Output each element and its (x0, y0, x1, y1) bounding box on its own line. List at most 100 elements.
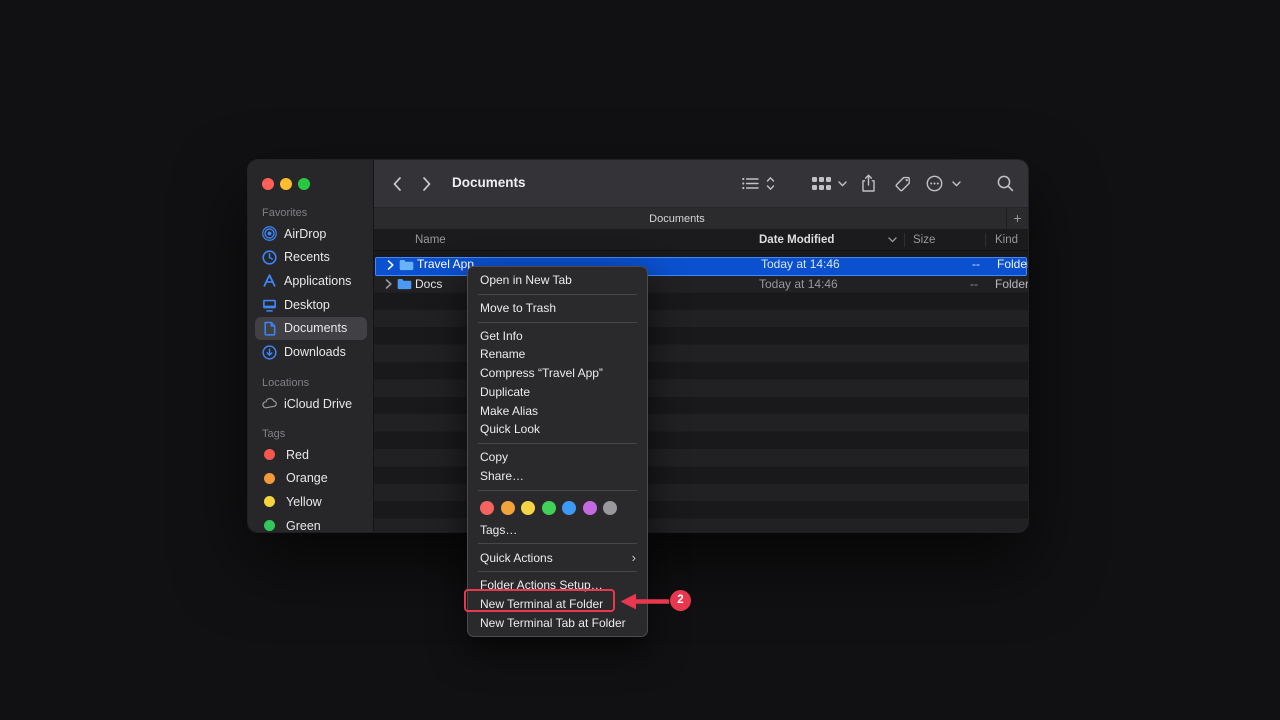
disclosure-chevron-icon[interactable] (385, 276, 392, 293)
red-tag-dot[interactable] (480, 501, 494, 515)
sidebar-item-documents[interactable]: Documents (255, 317, 367, 340)
menu-separator (478, 443, 637, 444)
sidebar-item-label: iCloud Drive (284, 397, 352, 411)
sidebar-item-applications[interactable]: Applications (255, 269, 367, 292)
folder-icon (399, 257, 414, 274)
menu-item-label: Quick Actions (480, 551, 553, 565)
minimize-window-button[interactable] (280, 178, 292, 190)
orange-tag-icon (264, 473, 275, 484)
file-size: -- (956, 276, 978, 293)
file-kind: Folder (995, 276, 1028, 293)
share-icon[interactable] (861, 174, 876, 193)
column-header-date-modified[interactable]: Date Modified (759, 229, 834, 251)
sidebar-item-label: AirDrop (284, 227, 326, 241)
gray-tag-dot[interactable] (603, 501, 617, 515)
menu-separator (478, 294, 637, 295)
tab-documents[interactable]: Documents (374, 208, 980, 230)
sidebar-item-label: Applications (284, 274, 351, 288)
menu-separator (478, 571, 637, 572)
column-divider[interactable] (985, 233, 986, 247)
chevron-down-icon (838, 181, 847, 187)
sidebar-item-icloud-drive[interactable]: iCloud Drive (255, 392, 367, 415)
sidebar-item-label: Desktop (284, 298, 330, 312)
disclosure-chevron-icon[interactable] (387, 257, 394, 274)
sidebar-item-tag-orange[interactable]: Orange (255, 467, 367, 490)
annotation-step-badge: 2 (670, 590, 691, 611)
sidebar: Favorites AirDrop Recents Applications (248, 160, 374, 532)
annotation-highlight-box (464, 589, 615, 612)
sidebar-heading-tags: Tags (262, 428, 285, 440)
zoom-window-button[interactable] (298, 178, 310, 190)
sidebar-item-label: Green (286, 519, 321, 532)
menu-item-quick-actions[interactable]: Quick Actions › (468, 549, 647, 568)
sidebar-item-tag-green[interactable]: Green (255, 514, 367, 532)
file-name: Docs (415, 276, 442, 293)
menu-item-new-terminal-tab-at-folder[interactable]: New Terminal Tab at Folder (468, 614, 647, 633)
applications-icon (262, 273, 277, 288)
sidebar-item-label: Documents (284, 321, 347, 335)
sidebar-item-label: Orange (286, 471, 328, 485)
menu-separator (478, 322, 637, 323)
forward-icon[interactable] (422, 176, 432, 192)
column-header-row: Name Date Modified Size Kind (374, 229, 1028, 251)
sort-chevron-icon (888, 237, 897, 243)
document-icon (262, 321, 277, 336)
menu-separator (478, 490, 637, 491)
folder-icon (397, 276, 412, 293)
back-icon[interactable] (392, 176, 402, 192)
sidebar-item-label: Downloads (284, 345, 346, 359)
sidebar-item-label: Red (286, 448, 309, 462)
menu-item-get-info[interactable]: Get Info (468, 327, 647, 346)
column-header-name[interactable]: Name (415, 229, 446, 251)
menu-item-move-to-trash[interactable]: Move to Trash (468, 299, 647, 318)
tag-icon[interactable] (895, 176, 911, 192)
sort-toggle-icon[interactable] (766, 176, 775, 191)
sidebar-item-desktop[interactable]: Desktop (255, 293, 367, 316)
list-view-icon[interactable] (742, 177, 759, 190)
column-header-kind[interactable]: Kind (995, 229, 1018, 251)
window-title: Documents (452, 175, 526, 190)
tab-bar: Documents + (374, 207, 1028, 229)
sidebar-item-tag-red[interactable]: Red (255, 443, 367, 466)
menu-item-quick-look[interactable]: Quick Look (468, 420, 647, 439)
group-icon[interactable] (812, 177, 831, 190)
menu-item-open-in-new-tab[interactable]: Open in New Tab (468, 271, 647, 290)
sidebar-item-label: Yellow (286, 495, 322, 509)
desktop-background: Favorites AirDrop Recents Applications (0, 0, 1280, 720)
sidebar-item-downloads[interactable]: Downloads (255, 341, 367, 364)
blue-tag-dot[interactable] (562, 501, 576, 515)
menu-item-share[interactable]: Share… (468, 467, 647, 486)
clock-icon (262, 250, 277, 265)
chevron-down-icon (952, 181, 961, 187)
green-tag-icon (264, 520, 275, 531)
sidebar-item-recents[interactable]: Recents (255, 246, 367, 269)
orange-tag-dot[interactable] (501, 501, 515, 515)
menu-item-tags[interactable]: Tags… (468, 521, 647, 540)
yellow-tag-dot[interactable] (521, 501, 535, 515)
menu-item-duplicate[interactable]: Duplicate (468, 383, 647, 402)
search-icon[interactable] (997, 175, 1014, 192)
column-header-size[interactable]: Size (913, 229, 935, 251)
column-divider[interactable] (904, 233, 905, 247)
menu-tag-color-row (468, 495, 647, 521)
close-window-button[interactable] (262, 178, 274, 190)
menu-item-make-alias[interactable]: Make Alias (468, 402, 647, 421)
file-name: Travel App (417, 257, 474, 273)
yellow-tag-icon (264, 496, 275, 507)
menu-item-rename[interactable]: Rename (468, 345, 647, 364)
menu-item-copy[interactable]: Copy (468, 448, 647, 467)
green-tag-dot[interactable] (542, 501, 556, 515)
cloud-icon (262, 396, 277, 411)
traffic-lights (262, 178, 310, 190)
sidebar-item-airdrop[interactable]: AirDrop (255, 222, 367, 245)
purple-tag-dot[interactable] (583, 501, 597, 515)
desktop-icon (262, 297, 277, 312)
menu-item-compress[interactable]: Compress “Travel App” (468, 364, 647, 383)
sidebar-heading-locations: Locations (262, 377, 309, 389)
sidebar-item-label: Recents (284, 250, 330, 264)
sidebar-heading-favorites: Favorites (262, 207, 307, 219)
red-tag-icon (264, 449, 275, 460)
more-icon[interactable] (926, 175, 943, 192)
new-tab-button[interactable]: + (1006, 208, 1028, 230)
sidebar-item-tag-yellow[interactable]: Yellow (255, 490, 367, 513)
